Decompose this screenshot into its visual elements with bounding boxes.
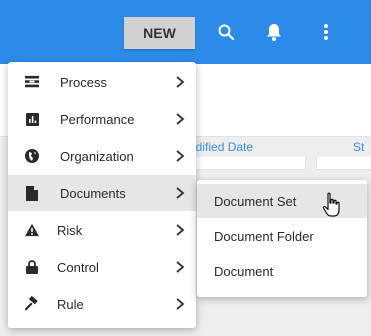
table-cell xyxy=(189,157,306,170)
menu-item-label: Control xyxy=(57,259,99,275)
gavel-icon xyxy=(25,296,39,311)
column-header-modified-date[interactable]: odified Date xyxy=(189,140,253,154)
warning-icon xyxy=(25,223,39,237)
submenu-item-label: Document xyxy=(214,263,274,279)
lock-icon xyxy=(25,260,39,274)
chevron-right-icon xyxy=(176,261,185,273)
submenu-item-label: Document Set xyxy=(214,193,297,209)
process-icon xyxy=(25,75,39,89)
menu-item-documents[interactable]: Documents xyxy=(8,175,196,211)
search-icon[interactable] xyxy=(212,18,240,46)
submenu-item-label: Document Folder xyxy=(214,228,314,244)
chevron-right-icon xyxy=(176,298,185,310)
menu-item-control[interactable]: Control xyxy=(8,249,196,285)
more-vertical-icon[interactable] xyxy=(312,18,340,46)
chevron-right-icon xyxy=(176,76,185,88)
chart-icon xyxy=(25,112,39,126)
menu-item-risk[interactable]: Risk xyxy=(8,212,196,248)
menu-item-label: Process xyxy=(60,74,107,90)
new-dropdown-menu: Process Performance Organization Documen… xyxy=(8,62,196,328)
submenu-item-document[interactable]: Document xyxy=(197,254,367,288)
menu-item-label: Organization xyxy=(60,148,134,164)
chevron-right-icon xyxy=(176,113,185,125)
globe-icon xyxy=(25,149,39,163)
menu-item-performance[interactable]: Performance xyxy=(8,101,196,137)
document-icon xyxy=(25,185,39,201)
menu-item-process[interactable]: Process xyxy=(8,64,196,100)
app-window: NEW odified Date St Process Performance … xyxy=(0,0,371,336)
menu-item-organization[interactable]: Organization xyxy=(8,138,196,174)
top-app-bar: NEW xyxy=(0,0,371,64)
chevron-right-icon xyxy=(176,224,185,236)
submenu-item-document-folder[interactable]: Document Folder xyxy=(197,219,367,253)
chevron-right-icon xyxy=(176,187,185,199)
bell-icon[interactable] xyxy=(260,18,288,46)
menu-item-label: Risk xyxy=(57,222,83,238)
hand-cursor-icon xyxy=(322,192,340,217)
menu-item-label: Performance xyxy=(60,111,135,127)
menu-item-label: Documents xyxy=(60,185,126,201)
chevron-right-icon xyxy=(176,150,185,162)
menu-item-label: Rule xyxy=(57,296,84,312)
column-header-status[interactable]: St xyxy=(353,140,364,154)
menu-item-rule[interactable]: Rule xyxy=(8,286,196,322)
new-button[interactable]: NEW xyxy=(124,17,195,49)
table-cell xyxy=(316,157,371,170)
